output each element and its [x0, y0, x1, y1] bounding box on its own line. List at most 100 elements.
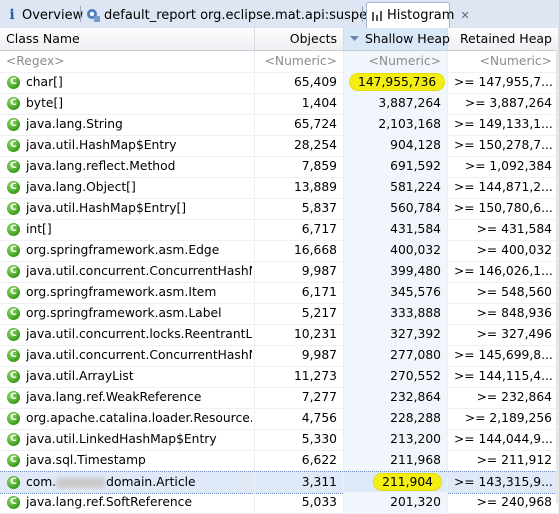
retained-heap-cell-value: >= 144,115,4... — [454, 369, 553, 383]
tab-default-report[interactable]: default_report org.eclipse.mat.api:suspe… — [86, 3, 386, 27]
retained-heap-cell-value: >= 144,044,9... — [454, 432, 553, 446]
class-name-cell: Cjava.util.HashMap$Entry[] — [0, 198, 255, 219]
retained-heap-cell: >= 146,026,1... — [448, 261, 559, 282]
objects-cell: 6,622 — [255, 450, 344, 471]
table-row[interactable]: Cjava.util.concurrent.locks.ReentrantLo.… — [0, 324, 559, 346]
class-name-cell: Cbyte[] — [0, 93, 255, 114]
shallow-heap-cell-value: 213,200 — [390, 432, 441, 446]
objects-cell: 65,409 — [255, 72, 344, 93]
retained-heap-cell: >= 211,912 — [448, 450, 559, 471]
retained-heap-cell-value: >= 400,032 — [476, 243, 552, 257]
shallow-heap-cell-value: 232,864 — [390, 390, 441, 404]
table-row[interactable]: Cbyte[] 1,404 3,887,264 >= 3,887,264 — [0, 93, 559, 115]
regex-filter-input[interactable]: <Regex> — [0, 51, 255, 72]
class-icon: C — [7, 391, 20, 404]
class-name-cell: Cchar[] — [0, 72, 255, 93]
column-header-class-name[interactable]: Class Name — [0, 28, 255, 50]
shallow-heap-cell: 211,968 — [344, 450, 448, 471]
shallow-heap-cell-value: 399,480 — [390, 264, 441, 278]
class-icon: C — [7, 307, 20, 320]
table-row[interactable]: Cjava.lang.ref.WeakReference 7,277 232,864… — [0, 387, 559, 409]
table-row[interactable]: Cchar[] 65,409 147,955,736 >= 147,955,7... — [0, 72, 559, 94]
objects-cell-value: 7,859 — [301, 159, 337, 173]
objects-cell-value: 11,273 — [293, 369, 337, 383]
class-name: java.util.concurrent.locks.ReentrantLo..… — [26, 327, 252, 341]
table-row[interactable]: Cjava.lang.reflect.Method 7,859 691,592 >= … — [0, 156, 559, 178]
retained-heap-cell: >= 327,496 — [448, 324, 559, 345]
table-row[interactable]: Cjava.util.concurrent.ConcurrentHashM...… — [0, 261, 559, 283]
retained-heap-cell: >= 431,584 — [448, 219, 559, 240]
column-header-shallow-heap[interactable]: Shallow Heap — [344, 28, 450, 50]
shallow-heap-cell: 691,592 — [344, 156, 448, 177]
shallow-heap-cell-value: 400,032 — [390, 243, 441, 257]
table-row[interactable]: Ccom. domain.Article 3,311 211,904 >= 143,31… — [0, 471, 559, 494]
class-name-cell: Cjava.util.HashMap$Entry — [0, 135, 255, 156]
table-row[interactable]: Cjava.util.HashMap$Entry 28,254 904,128 >= … — [0, 135, 559, 157]
shallow-heap-cell-value: 431,584 — [390, 222, 441, 236]
filter-row: <Regex> <Numeric> <Numeric> <Numeric> — [0, 51, 559, 73]
class-name: java.lang.Object[] — [26, 180, 136, 194]
column-header-objects[interactable]: Objects — [255, 28, 344, 50]
shallow-heap-cell-value: 211,968 — [390, 453, 441, 467]
retained-heap-cell-value: >= 144,871,2... — [454, 180, 553, 194]
class-icon: C — [7, 97, 20, 110]
table-row[interactable]: Cjava.lang.ref.SoftReference 5,033 201,320… — [0, 492, 559, 514]
class-name: com. domain.Article — [26, 472, 252, 493]
column-header-retained-heap[interactable]: Retained Heap — [448, 28, 559, 50]
tab-histogram-label: Histogram — [387, 8, 455, 23]
class-icon: C — [7, 454, 20, 467]
class-name: java.lang.reflect.Method — [26, 159, 176, 173]
table-row[interactable]: Cjava.lang.Object[] 13,889 581,224 >= 144,8… — [0, 177, 559, 199]
retained-heap-cell-value: >= 2,189,256 — [464, 411, 552, 425]
table-row[interactable]: Corg.springframework.asm.Label 5,217 333,8… — [0, 303, 559, 325]
table-row[interactable]: Cjava.util.LinkedHashMap$Entry 5,330 213,2… — [0, 429, 559, 451]
shallow-filter-input[interactable]: <Numeric> — [344, 51, 448, 72]
table-row[interactable]: Corg.springframework.asm.Edge 16,668 400,0… — [0, 240, 559, 262]
class-icon: C — [7, 76, 20, 89]
class-icon: C — [7, 202, 20, 215]
retained-heap-cell: >= 3,887,264 — [448, 93, 559, 114]
table-row[interactable]: Cjava.lang.String 65,724 2,103,168 >= 149,1… — [0, 114, 559, 136]
objects-filter-input[interactable]: <Numeric> — [255, 51, 344, 72]
objects-cell: 6,717 — [255, 219, 344, 240]
tab-overview[interactable]: i Overview — [6, 3, 83, 27]
class-name-suffix: domain.Article — [106, 475, 196, 489]
table-row[interactable]: Cjava.util.ArrayList 11,273 270,552 >= 144,… — [0, 366, 559, 388]
class-name: java.util.HashMap$Entry — [26, 138, 177, 152]
objects-cell: 65,724 — [255, 114, 344, 135]
retained-filter-input[interactable]: <Numeric> — [448, 51, 559, 72]
tab-histogram[interactable]: Histogram ✕ — [366, 2, 470, 28]
class-name-cell: Cint[] — [0, 219, 255, 240]
table-row[interactable]: Corg.apache.catalina.loader.Resource... 4… — [0, 408, 559, 430]
shallow-heap-cell-value: 904,128 — [390, 138, 441, 152]
table-row[interactable]: Cint[] 6,717 431,584 >= 431,584 — [0, 219, 559, 241]
class-name: java.util.ArrayList — [26, 369, 134, 383]
class-name-cell: Cjava.lang.String — [0, 114, 255, 135]
retained-heap-cell: >= 143,315,9... — [448, 472, 559, 493]
shallow-heap-cell: 431,584 — [344, 219, 448, 240]
objects-cell: 5,217 — [255, 303, 344, 324]
class-name-cell: Cjava.lang.Object[] — [0, 177, 255, 198]
shallow-heap-cell: 333,888 — [344, 303, 448, 324]
table-row[interactable]: Cjava.util.HashMap$Entry[] 5,837 560,784 >=… — [0, 198, 559, 220]
close-icon[interactable]: ✕ — [460, 9, 469, 22]
table-row[interactable]: Cjava.util.concurrent.ConcurrentHashM...… — [0, 345, 559, 367]
objects-cell-value: 3,311 — [301, 475, 337, 489]
retained-heap-cell: >= 150,780,6... — [448, 198, 559, 219]
shallow-heap-cell-value: 277,080 — [390, 348, 441, 362]
table-header: Class Name Objects Shallow Heap Retained… — [0, 28, 559, 51]
class-name: org.apache.catalina.loader.Resource... — [26, 411, 252, 425]
class-name-prefix: com. — [26, 475, 57, 489]
retained-heap-cell: >= 1,092,384 — [448, 156, 559, 177]
class-name: java.util.concurrent.ConcurrentHashM... — [26, 264, 252, 278]
class-icon: C — [7, 286, 20, 299]
table-row[interactable]: Corg.springframework.asm.Item 6,171 345,57… — [0, 282, 559, 304]
tab-overview-label: Overview — [22, 7, 84, 23]
objects-cell: 9,987 — [255, 261, 344, 282]
tab-separator — [362, 6, 363, 22]
sort-descending-icon — [350, 36, 359, 41]
retained-heap-cell: >= 150,278,7... — [448, 135, 559, 156]
objects-cell: 5,330 — [255, 429, 344, 450]
table-row[interactable]: Cjava.sql.Timestamp 6,622 211,968 >= 211,91… — [0, 450, 559, 472]
class-name: java.sql.Timestamp — [26, 453, 146, 467]
